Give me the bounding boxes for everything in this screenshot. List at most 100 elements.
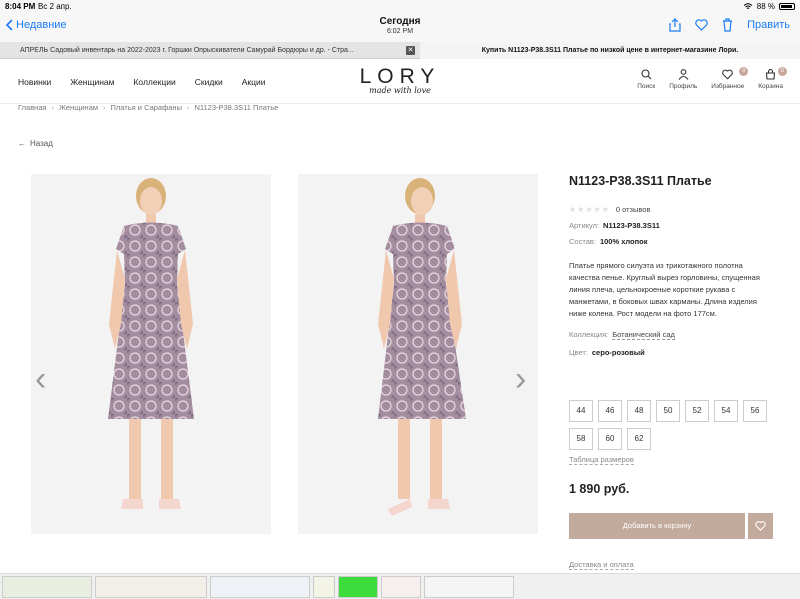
cart-label: Корзина <box>758 83 783 90</box>
bag-icon <box>766 69 776 80</box>
product-info: N1123-P38.3S11 Платье ★ ★ ★ ★ ★ 0 отзывов Ар… <box>569 174 774 357</box>
size-option[interactable]: 54 <box>714 400 738 422</box>
favorites-badge: 0 <box>739 67 749 76</box>
size-option[interactable]: 60 <box>598 428 622 450</box>
tab-thumbnail[interactable] <box>2 576 92 598</box>
arrow-left-icon: ← <box>18 139 26 148</box>
add-to-cart-button[interactable]: Добавить в корзину <box>569 513 745 539</box>
battery-icon <box>779 3 795 10</box>
dress-model-image <box>108 178 194 509</box>
tab-close-icon[interactable]: ✕ <box>406 46 415 55</box>
nav-actions: Править <box>669 18 790 32</box>
breadcrumb-women[interactable]: Женщинам <box>59 103 98 112</box>
profile-label: Профиль <box>669 83 698 90</box>
size-option[interactable]: 52 <box>685 400 709 422</box>
search-icon <box>641 69 652 80</box>
site-header: Новинки Женщинам Коллекции Скидки Акции … <box>0 60 800 104</box>
nav-item-collections[interactable]: Коллекции <box>133 77 175 87</box>
logo-tagline: made with love <box>369 86 431 95</box>
favorites-label: Избранное <box>711 83 745 90</box>
nav-item-promos[interactable]: Акции <box>242 77 266 87</box>
size-option[interactable]: 58 <box>569 428 593 450</box>
product-photo-front[interactable] <box>31 174 271 534</box>
size-table-link[interactable]: Таблица размеров <box>569 455 634 465</box>
profile-button[interactable]: Профиль <box>669 69 697 90</box>
battery-percent: 88 % <box>756 2 775 11</box>
breadcrumb: Главная › Женщинам › Платья и Сарафаны › N1… <box>18 103 278 112</box>
nav-item-sale[interactable]: Скидки <box>195 77 223 87</box>
reviews-count[interactable]: 0 отзывов <box>616 205 651 214</box>
wifi-icon <box>743 3 753 9</box>
tab-bar: АПРЕЛЬ Садовый инвентарь на 2022-2023 г.… <box>0 42 800 59</box>
sku-row: Артикул: N1123-P38.3S11 <box>569 221 774 230</box>
tab-garden[interactable]: АПРЕЛЬ Садовый инвентарь на 2022-2023 г.… <box>0 42 402 59</box>
nav-item-new[interactable]: Новинки <box>18 77 51 87</box>
breadcrumb-home[interactable]: Главная <box>18 103 47 112</box>
status-time: 8:04 PM <box>5 2 36 11</box>
main-nav: Новинки Женщинам Коллекции Скидки Акции <box>18 77 266 87</box>
tab-thumbnail[interactable] <box>210 576 310 598</box>
star-icon[interactable]: ★ <box>585 205 592 214</box>
search-button[interactable]: Поиск <box>637 69 655 90</box>
sku-value: N1123-P38.3S11 <box>603 221 660 230</box>
product-photo-side[interactable] <box>298 174 538 534</box>
trash-icon[interactable] <box>722 18 733 32</box>
composition-row: Состав: 100% хлопок <box>569 237 774 246</box>
size-option[interactable]: 46 <box>598 400 622 422</box>
breadcrumb-separator: › <box>51 103 55 112</box>
tab-thumbnails-strip <box>0 573 800 599</box>
tab-thumbnail[interactable] <box>95 576 207 598</box>
tab-thumbnail[interactable] <box>424 576 514 598</box>
composition-value: 100% хлопок <box>599 237 648 246</box>
color-label: Цвет: <box>569 348 588 357</box>
search-label: Поиск <box>637 83 656 90</box>
heart-icon <box>755 521 766 531</box>
edit-button[interactable]: Править <box>747 19 790 31</box>
breadcrumb-separator: › <box>186 103 190 112</box>
user-icon <box>678 69 689 80</box>
status-date: Вс 2 апр. <box>38 2 72 11</box>
size-selector: 44 46 48 50 52 54 56 58 60 62 <box>569 400 769 450</box>
product-price: 1 890 руб. <box>569 482 630 496</box>
size-option[interactable]: 44 <box>569 400 593 422</box>
delivery-link[interactable]: Доставка и оплата <box>569 560 634 570</box>
back-link[interactable]: ← Назад <box>18 139 53 148</box>
size-option[interactable]: 62 <box>627 428 651 450</box>
add-to-favorites-button[interactable] <box>748 513 773 539</box>
collection-row: Коллекция: Ботанический сад <box>569 330 774 340</box>
star-icon[interactable]: ★ <box>577 205 584 214</box>
favorites-button[interactable]: 0 Избранное <box>711 67 749 90</box>
color-value: серо-розовый <box>591 348 645 357</box>
collection-label: Коллекция: <box>569 330 609 339</box>
cart-badge: 0 <box>778 67 787 76</box>
cart-button[interactable]: 0 Корзина <box>758 67 787 90</box>
star-icon[interactable]: ★ <box>569 205 576 214</box>
share-icon[interactable] <box>669 18 681 32</box>
dress-model-image <box>378 178 466 516</box>
browser-navbar: Недавние Сегодня 6:02 PM Править <box>0 12 800 42</box>
sku-label: Артикул: <box>569 221 600 230</box>
status-right: 88 % <box>743 2 795 11</box>
heart-outline-icon[interactable] <box>695 19 708 31</box>
tab-thumbnail[interactable] <box>338 576 378 598</box>
size-option[interactable]: 50 <box>656 400 680 422</box>
back-link-label: Назад <box>30 139 53 148</box>
breadcrumb-dresses[interactable]: Платья и Сарафаны <box>111 103 182 112</box>
size-option[interactable]: 48 <box>627 400 651 422</box>
product-title: N1123-P38.3S11 Платье <box>569 174 712 188</box>
tab-thumbnail[interactable] <box>381 576 421 598</box>
tab-thumbnail[interactable] <box>313 576 335 598</box>
gallery-next-icon[interactable]: › <box>515 360 526 399</box>
star-icon[interactable]: ★ <box>602 205 609 214</box>
gallery-prev-icon[interactable]: ‹ <box>35 360 46 399</box>
site-logo[interactable]: LORY made with love <box>357 65 443 95</box>
nav-item-women[interactable]: Женщинам <box>70 77 114 87</box>
composition-label: Состав: <box>569 237 596 246</box>
breadcrumb-separator: › <box>103 103 106 112</box>
tab-product[interactable]: Купить N1123-P38.3S11 Платье по низкой ц… <box>420 42 800 59</box>
header-icons: Поиск Профиль 0 Избранное 0 Корзина <box>637 67 787 90</box>
collection-link[interactable]: Ботанический сад <box>612 330 675 340</box>
star-icon[interactable]: ★ <box>594 205 601 214</box>
size-option[interactable]: 56 <box>743 400 767 422</box>
rating: ★ ★ ★ ★ ★ 0 отзывов <box>569 205 774 214</box>
